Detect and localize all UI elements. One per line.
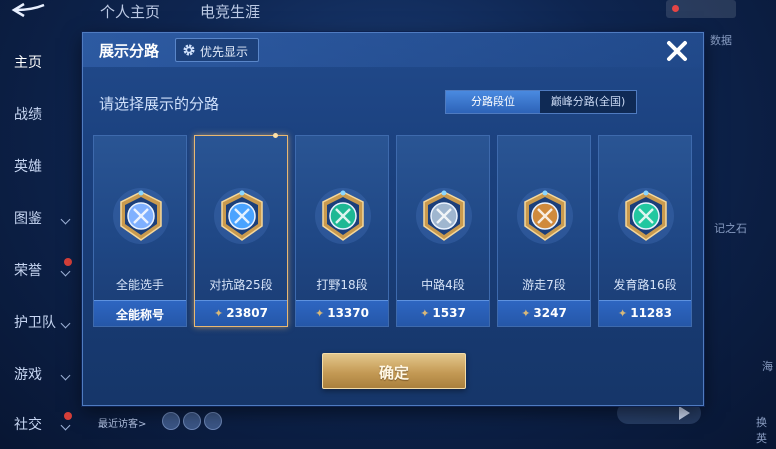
sidebar-item-gallery[interactable]: 图鉴 [0,204,84,234]
lane-score-bar: ✦ 3247 [498,300,590,326]
close-icon[interactable] [663,37,691,65]
lane-score-bar: ✦ 11283 [599,300,691,326]
lane-score-value: 3247 [533,306,567,320]
chevron-down-icon [60,266,71,277]
lane-score-value: 1537 [432,306,466,320]
avatar[interactable] [204,412,222,430]
lane-score-bar: ✦ 23807 [195,300,287,326]
recent-visitors-link[interactable]: 最近访客> [98,415,146,430]
top-right-widget[interactable] [666,0,736,18]
chevron-down-icon [60,318,71,329]
lane-score: 全能称号 [94,306,186,323]
lane-score-value: 23807 [226,306,268,320]
sidebar-item-social[interactable]: 社交 [0,410,84,440]
rank-wing-icon: ✦ [214,307,224,320]
rank-wing-icon: ✦ [315,307,325,320]
background-text: 记之石 [714,222,747,235]
lane-card[interactable]: 发育路16段 ✦ 11283 [598,135,692,327]
display-lane-dialog: 展示分路 优先显示 请选择展示的分路 分路段位 巅峰分路(全国) 全能选手全能称… [82,32,704,406]
confirm-button[interactable]: 确定 [322,353,466,389]
sidebar-item-honor[interactable]: 荣誉 [0,256,84,286]
rank-wing-icon: ✦ [521,307,531,320]
chevron-down-icon [60,214,71,225]
gear-icon [183,44,195,56]
notification-dot-icon [672,5,679,12]
selected-indicator [273,133,278,138]
sidebar-item-label: 主页 [14,55,42,71]
farm-lane-emblem-icon [618,188,674,244]
sidebar-item-home[interactable]: 主页 [0,48,84,78]
sidebar-item-label: 英雄 [14,159,42,175]
lane-score: ✦ 13370 [296,306,388,320]
lane-name: 中路4段 [421,278,465,292]
sidebar: 主页 战绩 英雄 图鉴 荣誉 护卫队 游戏 社交 [0,30,84,449]
sidebar-item-label: 游戏 [14,367,42,383]
chevron-down-icon [60,370,71,381]
sidebar-item-label: 社交 [14,417,42,433]
lane-name: 游走7段 [522,278,566,292]
dialog-title: 展示分路 [99,42,160,60]
rank-wing-icon: ✦ [420,307,430,320]
chevron-down-icon [60,420,71,431]
sidebar-item-label: 战绩 [14,107,42,123]
roam-emblem-icon [517,188,573,244]
lane-score: ✦ 23807 [195,306,287,320]
tab-profile-home[interactable]: 个人主页 [100,1,160,22]
lane-score: ✦ 1537 [397,306,489,320]
confirm-button-label: 确定 [378,364,409,382]
rank-wing-icon: ✦ [618,307,628,320]
lane-card[interactable]: 中路4段 ✦ 1537 [396,135,490,327]
red-dot-badge-icon [64,412,72,420]
lane-card[interactable]: 全能选手 全能称号 [93,135,187,327]
lane-card[interactable]: 游走7段 ✦ 3247 [497,135,591,327]
right-background-panel: 数据 记之石 海 换英 [704,30,776,449]
tab-peak-lane-national[interactable]: 巅峰分路(全国) [540,91,636,113]
lane-card[interactable]: 对抗路25段 ✦ 23807 [194,133,288,327]
sidebar-item-label: 护卫队 [14,315,56,331]
lane-score-bar: 全能称号 [94,300,186,326]
sidebar-item-label: 荣誉 [14,263,42,279]
tab-lane-rank[interactable]: 分路段位 [446,91,540,113]
mid-lane-emblem-icon [416,188,472,244]
background-text: 海 [762,360,773,373]
lane-score-bar: ✦ 1537 [397,300,489,326]
lane-score-value: 13370 [327,306,369,320]
sidebar-item-record[interactable]: 战绩 [0,100,84,130]
lane-view-toggle: 分路段位 巅峰分路(全国) [445,90,637,114]
play-icon [679,406,690,420]
background-text: 数据 [710,34,732,47]
tab-esports-career[interactable]: 电竞生涯 [200,1,260,22]
avatar[interactable] [183,412,201,430]
sidebar-item-game[interactable]: 游戏 [0,360,84,390]
lane-name: 发育路16段 [613,278,677,292]
jungle-emblem-icon [315,188,371,244]
red-dot-badge-icon [64,258,72,266]
lane-score: ✦ 11283 [599,306,691,320]
sidebar-item-heroes[interactable]: 英雄 [0,152,84,182]
recent-visitor-avatars [162,412,225,434]
lane-score: ✦ 3247 [498,306,590,320]
back-arrow-icon[interactable] [10,2,50,18]
background-text: 换英 [756,416,767,445]
lane-card[interactable]: 打野18段 ✦ 13370 [295,135,389,327]
lane-name: 全能选手 [115,278,164,292]
priority-display-label: 优先显示 [200,45,249,59]
sidebar-item-label: 图鉴 [14,211,42,227]
sidebar-item-guard[interactable]: 护卫队 [0,308,84,338]
avatar[interactable] [162,412,180,430]
lane-select-prompt: 请选择展示的分路 [99,95,220,113]
top-bar: 个人主页 电竞生涯 [0,0,776,22]
lane-name: 打野18段 [316,278,368,292]
clash-lane-emblem-icon [214,188,270,244]
priority-display-button[interactable]: 优先显示 [175,38,259,62]
all-round-emblem-icon [113,188,169,244]
lane-name: 对抗路25段 [209,278,273,292]
lane-score-bar: ✦ 13370 [296,300,388,326]
lane-score-value: 全能称号 [115,308,164,322]
lane-score-value: 11283 [630,306,672,320]
